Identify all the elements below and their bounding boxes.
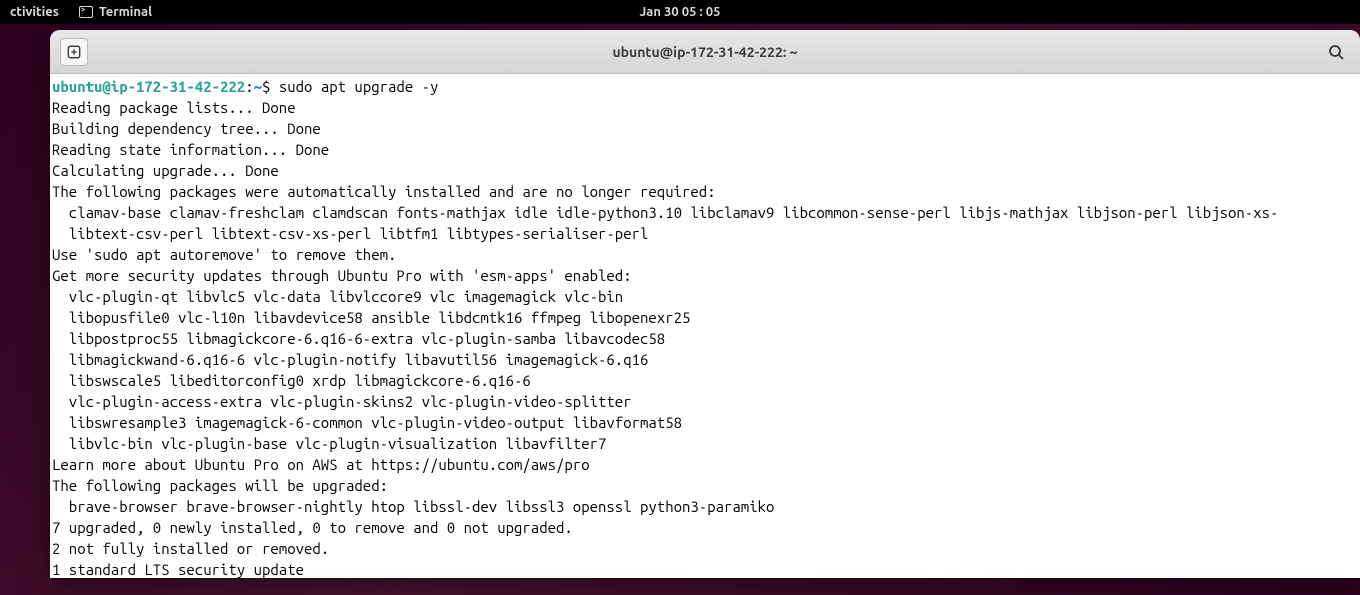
prompt-separator: : [245,78,253,95]
output-line: brave-browser brave-browser-nightly htop… [52,498,774,515]
output-line: 2 not fully installed or removed. [52,540,329,557]
prompt-userhost: ubuntu@ip-172-31-42-222 [52,78,245,95]
new-tab-button[interactable] [60,38,88,66]
output-line: 7 upgraded, 0 newly installed, 0 to remo… [52,519,573,536]
activities-button[interactable]: ctivities [10,5,59,19]
command-text: sudo apt upgrade -y [279,78,439,95]
output-line: Use 'sudo apt autoremove' to remove them… [52,246,396,263]
window-title: ubuntu@ip-172-31-42-222: ~ [612,44,797,60]
output-line: Reading state information... Done [52,141,329,158]
output-line: Learn more about Ubuntu Pro on AWS at ht… [52,456,590,473]
output-line: The following packages were automaticall… [52,183,716,200]
terminal-icon [79,6,93,18]
output-line: 1 standard LTS security update [52,561,304,578]
output-line: libopusfile0 vlc-l10n libavdevice58 ansi… [52,309,690,326]
prompt-symbol: $ [262,78,279,95]
active-app-indicator[interactable]: Terminal [79,5,152,19]
gnome-top-bar: ctivities Terminal Jan 30 05 : 05 [0,0,1360,24]
output-line: The following packages will be upgraded: [52,477,388,494]
terminal-output-area[interactable]: ubuntu@ip-172-31-42-222:~$ sudo apt upgr… [50,74,1360,578]
output-line: Reading package lists... Done [52,99,296,116]
output-line: Calculating upgrade... Done [52,162,279,179]
output-line: libvlc-bin vlc-plugin-base vlc-plugin-vi… [52,435,606,452]
search-icon [1328,44,1344,60]
output-line: Get more security updates through Ubuntu… [52,267,632,284]
output-line: vlc-plugin-access-extra vlc-plugin-skins… [52,393,632,410]
terminal-header-bar: ubuntu@ip-172-31-42-222: ~ [50,30,1360,74]
output-line: clamav-base clamav-freshclam clamdscan f… [52,204,1278,221]
output-line: Building dependency tree... Done [52,120,321,137]
prompt-path: ~ [254,78,262,95]
output-line: libpostproc55 libmagickcore-6.q16-6-extr… [52,330,665,347]
output-line: libswresample3 imagemagick-6-common vlc-… [52,414,682,431]
clock[interactable]: Jan 30 05 : 05 [640,5,721,19]
app-name-label: Terminal [99,5,152,19]
plus-icon [67,45,81,59]
output-line: libtext-csv-perl libtext-csv-xs-perl lib… [52,225,648,242]
output-line: libmagickwand-6.q16-6 vlc-plugin-notify … [52,351,648,368]
output-line: libswscale5 libeditorconfig0 xrdp libmag… [52,372,531,389]
search-button[interactable] [1322,38,1350,66]
output-line: vlc-plugin-qt libvlc5 vlc-data libvlccor… [52,288,623,305]
terminal-window: ubuntu@ip-172-31-42-222: ~ ubuntu@ip-172… [50,30,1360,578]
